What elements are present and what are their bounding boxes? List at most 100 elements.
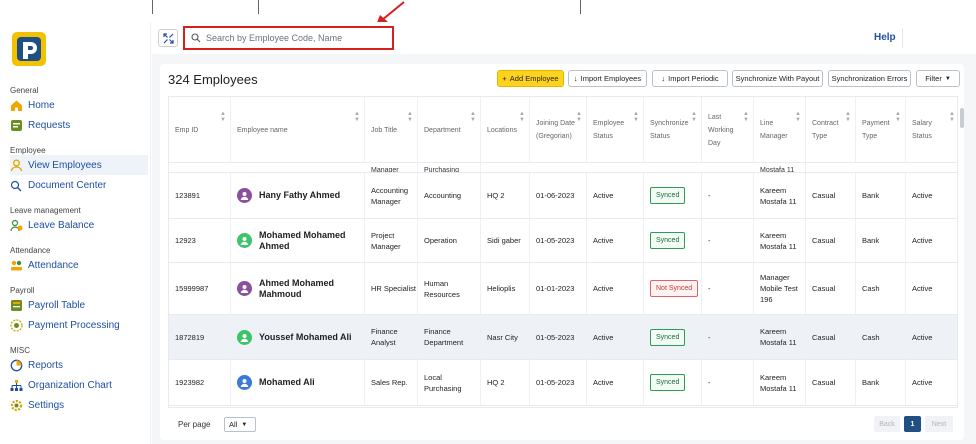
sort-icon: ▲ ▼ [895,111,901,123]
employee-name-cell[interactable]: Ahmed Mohamed Mahmoud [231,263,365,314]
emp-id: 12923 [169,219,231,262]
joining-date: 01-06-2023 [530,173,587,218]
sidebar-item-label: Payment Processing [28,319,120,331]
column-header[interactable]: Job Title ▲ ▼ [365,97,418,163]
employee-name-cell[interactable]: Youssef Mohamed Ali [231,315,365,359]
contract-type: Casual [806,315,856,359]
sidebar-item-label: Organization Chart [28,379,112,391]
caret-down-icon: ▼ [241,421,248,428]
column-header[interactable]: Department ▲ ▼ [418,97,481,163]
table-header: Emp ID ▲ ▼ Employee name ▲ ▼ Job Title ▲ ▼ Dep… [169,97,957,163]
home-icon [10,99,23,112]
column-header[interactable]: Line Manager ▲ ▼ [754,97,806,163]
column-header[interactable]: Emp ID ▲ ▼ [169,97,231,163]
plus-icon: + [502,74,507,83]
avatar-icon [237,188,252,203]
column-header[interactable]: Synchronize Status ▲ ▼ [644,97,702,163]
department: Finance Department [418,315,481,359]
employee-status: Active [587,173,644,218]
employee-name-cell[interactable]: Mohamed Ali [231,360,365,405]
employee-name: Mohamed Ali [259,377,315,387]
sidebar-item-leave-balance[interactable]: Leave Balance [10,215,148,235]
next-button[interactable]: Next [925,416,953,432]
sidebar-item-requests[interactable]: Requests [10,115,148,135]
import-employees-label: Import Employees [580,74,642,83]
reports-icon [10,359,23,372]
sidebar-item-payment-processing[interactable]: Payment Processing [10,315,148,335]
per-page-select[interactable]: All ▼ [224,417,256,432]
department: Accounting [418,173,481,218]
sync-payout-button[interactable]: Synchronize With Payout [732,70,823,87]
column-header[interactable]: Salary Status ▲ ▼ [906,97,957,163]
employee-name: Mohamed Mohamed Ahmed [259,229,346,251]
employee-status: Active [587,360,644,405]
joining-date: 01-05-2023 [530,315,587,359]
filter-button[interactable]: Filter ▼ [916,70,960,87]
line-manager: Kareem Mostafa 11 [754,315,806,359]
user-icon [10,159,23,172]
search-input[interactable] [206,33,386,43]
sort-icon: ▲ ▼ [220,111,226,123]
column-header[interactable]: Locations ▲ ▼ [481,97,530,163]
document-icon [10,179,23,192]
payment-icon [10,318,23,332]
table-scrollbar[interactable] [960,108,964,128]
download-icon: ↓ [661,74,666,83]
column-header[interactable]: Contract Type ▲ ▼ [806,97,856,163]
job-title: Sales Rep. [365,360,418,405]
sync-errors-button[interactable]: Synchronization Errors [828,70,911,87]
back-button[interactable]: Back [874,416,900,432]
column-header[interactable]: Employee Status ▲ ▼ [587,97,644,163]
location: Helioplis [481,263,530,314]
table-row[interactable]: 12923 Mohamed Mohamed Ahmed Project Mana… [169,219,957,263]
sidebar-item-home[interactable]: Home [10,95,148,115]
payment-type: Cash [856,315,906,359]
payment-type: Bank [856,360,906,405]
sidebar-item-payroll-table[interactable]: Payroll Table [10,295,148,315]
sort-icon: ▲ ▼ [519,111,525,123]
employee-name-cell[interactable]: Hany Fathy Ahmed [231,173,365,218]
sidebar-item-reports[interactable]: Reports [10,355,148,375]
contract-type: Casual [806,219,856,262]
search-box[interactable] [183,26,394,50]
job-title: HR Specialist [365,263,418,314]
table-row[interactable]: 1923982 Mohamed Ali Sales Rep. Local Pur… [169,360,957,406]
sync-status-badge: Synced [650,374,686,391]
sidebar: General Home Requests Employee View Empl… [0,22,150,444]
sort-icon: ▲ ▼ [354,111,360,123]
download-icon: ↓ [573,74,578,83]
table-row[interactable]: 1872819 Youssef Mohamed Ali Finance Anal… [169,315,957,360]
sidebar-item-view-employees[interactable]: View Employees [10,155,148,175]
job-title: Project Manager [365,219,418,262]
sidebar-item-label: Home [28,99,55,111]
header-divider [902,28,903,48]
employee-name-cell[interactable]: Mohamed Mohamed Ahmed [231,219,365,262]
table-row[interactable]: 15999987 Ahmed Mohamed Mahmoud HR Specia… [169,263,957,315]
column-header[interactable]: Joining Date (Gregorian) ▲ ▼ [530,97,587,163]
import-employees-button[interactable]: ↓ Import Employees [568,70,647,87]
column-header[interactable]: Last Working Day ▲ ▼ [702,97,754,163]
location: Nasr City [481,315,530,359]
job-title: Accounting Manager [365,173,418,218]
sidebar-item-attendance[interactable]: Attendance [10,255,148,275]
payment-type: Bank [856,173,906,218]
add-employee-button[interactable]: + Add Employee [497,70,564,87]
collapse-sidebar-button[interactable] [158,29,178,47]
contract-type: Casual [806,360,856,405]
help-link[interactable]: Help [874,32,896,43]
emp-id: 1872819 [169,315,231,359]
emp-id: 15999987 [169,263,231,314]
column-header[interactable]: Employee name ▲ ▼ [231,97,365,163]
page-1-button[interactable]: 1 [904,416,921,432]
sidebar-item-settings[interactable]: Settings [10,395,148,415]
avatar-icon [237,233,252,248]
sidebar-item-organization-chart[interactable]: Organization Chart [10,375,148,395]
sidebar-item-document-center[interactable]: Document Center [10,175,148,195]
sort-icon: ▲ ▼ [845,111,851,123]
joining-date: 01-05-2023 [530,360,587,405]
import-periodic-button[interactable]: ↓ Import Periodic [652,70,728,87]
sync-payout-label: Synchronize With Payout [735,74,820,83]
table-row[interactable]: 123891 Hany Fathy Ahmed Accounting Manag… [169,173,957,219]
joining-date: 01-01-2023 [530,263,587,314]
column-header[interactable]: Payment Type ▲ ▼ [856,97,906,163]
